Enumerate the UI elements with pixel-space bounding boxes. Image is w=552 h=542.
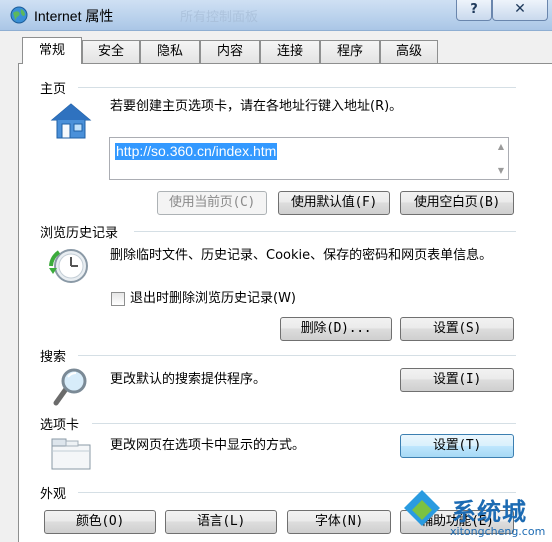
globe-icon bbox=[10, 6, 28, 24]
help-button[interactable]: ? bbox=[456, 0, 492, 21]
history-group-title: 浏览历史记录 bbox=[40, 222, 123, 241]
search-settings-button[interactable]: 设置(I) bbox=[400, 368, 514, 392]
search-description: 更改默认的搜索提供程序。 bbox=[110, 372, 267, 387]
scroll-down-icon[interactable]: ▼ bbox=[498, 166, 504, 175]
home-group-title: 主页 bbox=[40, 78, 71, 97]
tab-programs[interactable]: 程序 bbox=[320, 40, 380, 63]
colors-button[interactable]: 颜色(O) bbox=[44, 510, 156, 534]
languages-button[interactable]: 语言(L) bbox=[165, 510, 277, 534]
use-current-button[interactable]: 使用当前页(C) bbox=[157, 191, 267, 215]
fonts-button[interactable]: 字体(N) bbox=[287, 510, 391, 534]
homepage-address-value: http://so.360.cn/index.htm bbox=[115, 143, 278, 160]
tab-general[interactable]: 常规 bbox=[22, 37, 82, 64]
search-group-divider bbox=[78, 355, 516, 356]
home-icon bbox=[50, 103, 92, 139]
history-description: 删除临时文件、历史记录、Cookie、保存的密码和网页表单信息。 bbox=[110, 248, 493, 263]
home-group-divider bbox=[78, 87, 516, 88]
tabs-group-divider bbox=[92, 423, 516, 424]
watermark-url: xitongcheng.com bbox=[450, 525, 546, 538]
tab-privacy[interactable]: 隐私 bbox=[140, 40, 200, 63]
delete-on-exit-checkbox[interactable] bbox=[111, 292, 125, 306]
use-default-button[interactable]: 使用默认值(F) bbox=[278, 191, 390, 215]
tabbed-window-icon bbox=[51, 438, 91, 470]
home-description: 若要创建主页选项卡，请在各地址行键入地址(R)。 bbox=[110, 99, 403, 114]
scroll-up-icon[interactable]: ▲ bbox=[498, 142, 504, 151]
delete-history-button[interactable]: 删除(D)... bbox=[280, 317, 392, 341]
history-settings-button[interactable]: 设置(S) bbox=[400, 317, 514, 341]
title-bar: Internet 属性 所有控制面板 ? ✕ bbox=[0, 0, 552, 31]
delete-on-exit-label: 退出时删除浏览历史记录(W) bbox=[130, 291, 296, 306]
tab-advanced[interactable]: 高级 bbox=[380, 40, 438, 63]
appearance-group-title: 外观 bbox=[40, 483, 71, 502]
search-group-title: 搜索 bbox=[40, 346, 71, 365]
homepage-address-field[interactable]: http://so.360.cn/index.htm ▲ ▼ bbox=[109, 137, 509, 180]
history-clock-icon bbox=[49, 249, 88, 283]
watermark-brand: 系统城 bbox=[452, 498, 527, 526]
history-group-divider bbox=[134, 231, 516, 232]
magnifier-icon bbox=[53, 368, 87, 406]
background-window-title: 所有控制面板 bbox=[180, 10, 259, 25]
tab-content[interactable]: 内容 bbox=[200, 40, 260, 63]
tabs-settings-button[interactable]: 设置(T) bbox=[400, 434, 514, 458]
tab-connections[interactable]: 连接 bbox=[260, 40, 320, 63]
close-button[interactable]: ✕ bbox=[492, 0, 548, 21]
tabs-group-title: 选项卡 bbox=[40, 414, 84, 433]
use-blank-button[interactable]: 使用空白页(B) bbox=[400, 191, 514, 215]
tabs-description: 更改网页在选项卡中显示的方式。 bbox=[110, 438, 306, 453]
window-title: Internet 属性 bbox=[34, 8, 114, 24]
tab-security[interactable]: 安全 bbox=[82, 40, 140, 63]
